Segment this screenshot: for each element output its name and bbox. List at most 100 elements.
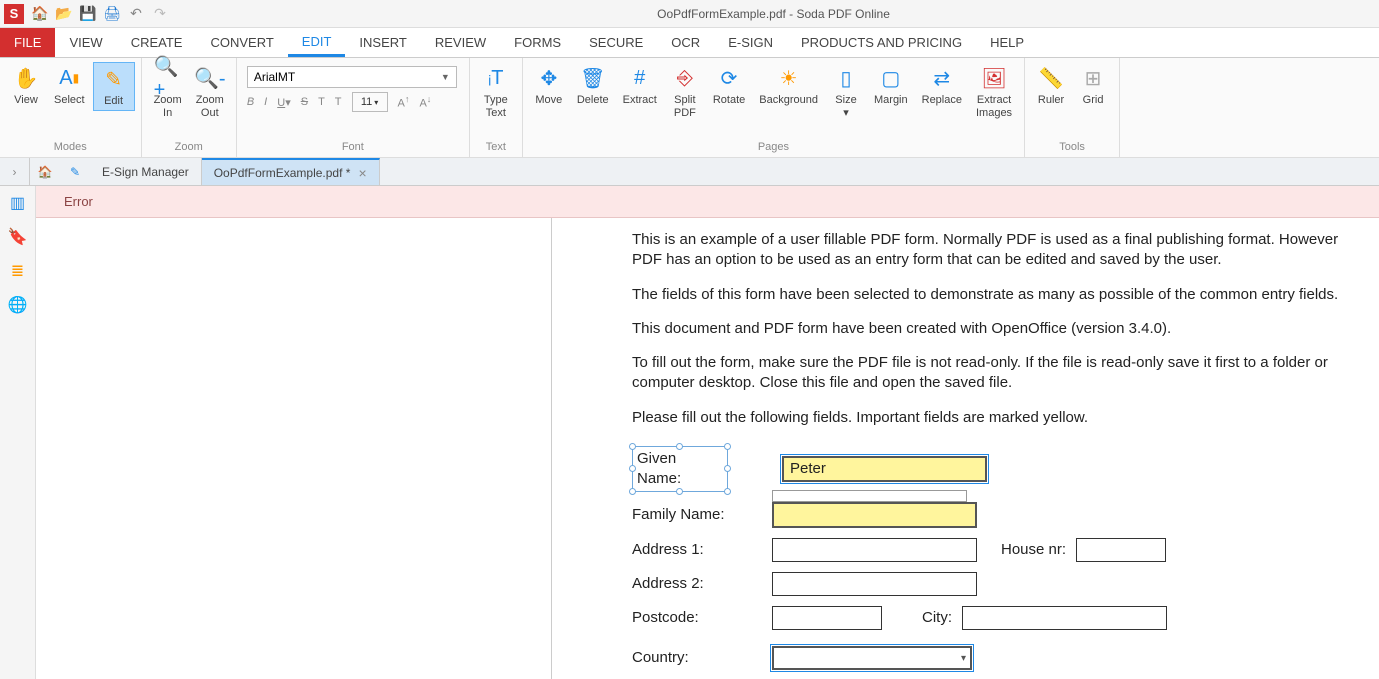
postcode-field[interactable] [772, 606, 882, 630]
menu-view[interactable]: VIEW [55, 28, 116, 57]
side-panel: ▥ 🔖 ≣ 🌐 [0, 186, 36, 679]
menu-products[interactable]: PRODUCTS AND PRICING [787, 28, 976, 57]
extract-page-button[interactable]: #Extract [617, 62, 663, 109]
underline-button[interactable]: U▾ [277, 96, 290, 109]
shrink-font-button[interactable]: A↓ [419, 94, 431, 110]
strikethrough-button[interactable]: S [301, 96, 308, 108]
house-nr-label: House nr: [1001, 540, 1066, 560]
city-field[interactable] [962, 606, 1167, 630]
subscript-button[interactable]: T [335, 96, 342, 108]
hand-icon: ✋ [12, 64, 40, 92]
bookmarks-icon[interactable]: 🔖 [7, 226, 29, 248]
split-pdf-button[interactable]: ⎆Split PDF [665, 62, 705, 121]
rotate-page-button[interactable]: ⟳Rotate [707, 62, 751, 109]
menu-forms[interactable]: FORMS [500, 28, 575, 57]
font-size-select[interactable]: 11 ▾ [352, 92, 388, 112]
given-name-label-selected[interactable]: Given Name: [632, 446, 728, 493]
delete-page-button[interactable]: 🗑Delete [571, 62, 615, 109]
background-button[interactable]: ☀Background [753, 62, 824, 109]
close-tab-icon[interactable]: × [358, 165, 366, 181]
cursor-text-icon: A▮ [55, 64, 83, 92]
menu-convert[interactable]: CONVERT [196, 28, 287, 57]
group-label: Pages [529, 139, 1018, 157]
italic-button[interactable]: I [264, 96, 267, 108]
grow-font-button[interactable]: A↑ [398, 94, 410, 110]
document-viewport[interactable]: This is an example of a user fillable PD… [36, 218, 1379, 679]
menu-review[interactable]: REVIEW [421, 28, 500, 57]
main-area: ▥ 🔖 ≣ 🌐 Error This is an example of a us… [0, 186, 1379, 679]
font-family-select[interactable]: ArialMT▼ [247, 66, 457, 88]
superscript-button[interactable]: T [318, 96, 325, 108]
bold-button[interactable]: B [247, 96, 254, 108]
address2-field[interactable] [772, 572, 977, 596]
chevron-down-icon: ▼ [441, 72, 450, 82]
undo-icon[interactable]: ↶ [126, 4, 146, 24]
doc-paragraph: To fill out the form, make sure the PDF … [632, 353, 1359, 394]
margin-button[interactable]: ▢Margin [868, 62, 914, 109]
grid-button[interactable]: ⊞Grid [1073, 62, 1113, 109]
menu-secure[interactable]: SECURE [575, 28, 657, 57]
save-icon[interactable]: 💾 [78, 4, 98, 24]
group-label: Modes [6, 139, 135, 157]
view-mode-button[interactable]: ✋View [6, 62, 46, 109]
address1-field[interactable] [772, 538, 977, 562]
menu-esign[interactable]: E-SIGN [714, 28, 787, 57]
thumbnails-icon[interactable]: ▥ [7, 192, 29, 214]
window-title: OoPdfFormExample.pdf - Soda PDF Online [172, 7, 1375, 21]
zoom-out-button[interactable]: 🔍-Zoom Out [190, 62, 230, 121]
size-button[interactable]: ▯Size▾ [826, 62, 866, 121]
menu-insert[interactable]: INSERT [345, 28, 420, 57]
extract-images-icon: 🖼 [980, 64, 1008, 92]
menu-create[interactable]: CREATE [117, 28, 197, 57]
open-icon[interactable]: 📂 [54, 4, 74, 24]
ribbon-group-tools: 📏Ruler ⊞Grid Tools [1025, 58, 1120, 157]
menu-file[interactable]: FILE [0, 28, 55, 57]
ruler-button[interactable]: 📏Ruler [1031, 62, 1071, 109]
esign-tab-icon[interactable]: ✎ [60, 158, 90, 185]
attachments-icon[interactable]: 🌐 [7, 294, 29, 316]
page-size-icon: ▯ [832, 64, 860, 92]
given-name-field[interactable]: Peter [782, 456, 987, 482]
menu-bar: FILE VIEW CREATE CONVERT EDIT INSERT REV… [0, 28, 1379, 58]
country-select[interactable]: ▾ [772, 646, 972, 670]
layers-icon[interactable]: ≣ [7, 260, 29, 282]
trash-icon: 🗑 [579, 64, 607, 92]
house-nr-field[interactable] [1076, 538, 1166, 562]
replace-button[interactable]: ⇄Replace [916, 62, 968, 109]
redo-icon[interactable]: ↷ [150, 4, 170, 24]
edit-mode-button[interactable]: ✎Edit [93, 62, 135, 111]
menu-help[interactable]: HELP [976, 28, 1038, 57]
tab-esign-manager[interactable]: E-Sign Manager [90, 158, 202, 185]
title-bar: S 🏠 📂 💾 🖨 ↶ ↷ OoPdfFormExample.pdf - Sod… [0, 0, 1379, 28]
split-icon: ⎆ [671, 64, 699, 92]
replace-icon: ⇄ [928, 64, 956, 92]
group-label: Text [476, 139, 516, 157]
move-page-button[interactable]: ✥Move [529, 62, 569, 109]
zoom-in-button[interactable]: 🔍+Zoom In [148, 62, 188, 121]
type-text-button[interactable]: ᵢTType Text [476, 62, 516, 121]
group-label: Font [243, 139, 463, 157]
country-label: Country: [632, 648, 762, 668]
family-name-field[interactable] [772, 502, 977, 528]
collapse-panel-button[interactable]: › [0, 158, 30, 185]
menu-edit[interactable]: EDIT [288, 28, 346, 57]
doc-paragraph: The fields of this form have been select… [632, 285, 1359, 305]
margin-icon: ▢ [877, 64, 905, 92]
address2-label: Address 2: [632, 574, 762, 594]
address1-label: Address 1: [632, 540, 762, 560]
menu-ocr[interactable]: OCR [657, 28, 714, 57]
document-tabs: › 🏠 ✎ E-Sign Manager OoPdfFormExample.pd… [0, 158, 1379, 186]
home-tab-icon[interactable]: 🏠 [30, 158, 60, 185]
ribbon: ✋View A▮Select ✎Edit Modes 🔍+Zoom In 🔍-Z… [0, 58, 1379, 158]
zoom-in-icon: 🔍+ [154, 64, 182, 92]
home-icon[interactable]: 🏠 [30, 4, 50, 24]
rotate-icon: ⟳ [715, 64, 743, 92]
extract-images-button[interactable]: 🖼Extract Images [970, 62, 1018, 121]
error-banner: Error [36, 186, 1379, 218]
doc-paragraph: This document and PDF form have been cre… [632, 319, 1359, 339]
select-mode-button[interactable]: A▮Select [48, 62, 91, 109]
postcode-label: Postcode: [632, 608, 762, 628]
zoom-out-icon: 🔍- [196, 64, 224, 92]
print-icon[interactable]: 🖨 [102, 4, 122, 24]
tab-document[interactable]: OoPdfFormExample.pdf *× [202, 158, 380, 185]
